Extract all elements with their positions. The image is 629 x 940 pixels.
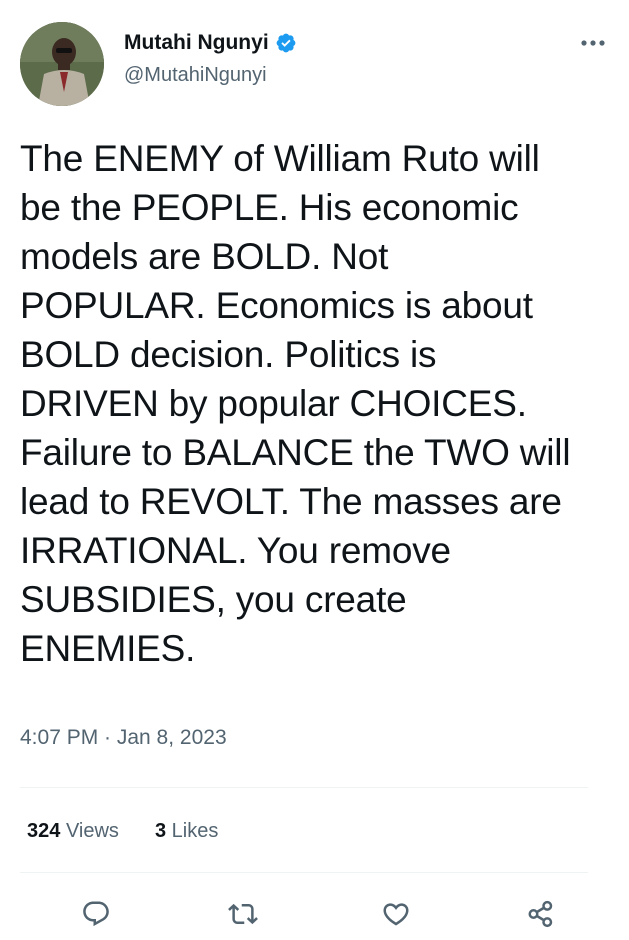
name-row: Mutahi Ngunyi: [124, 30, 297, 56]
avatar[interactable]: [20, 22, 104, 106]
likes-stat[interactable]: 3 Likes: [155, 817, 218, 845]
reply-icon[interactable]: [78, 896, 114, 932]
share-icon[interactable]: [523, 896, 559, 932]
action-bar: [0, 890, 629, 940]
author-display-name[interactable]: Mutahi Ngunyi: [124, 30, 269, 56]
views-label: Views: [65, 820, 119, 842]
likes-count: 3: [154, 820, 167, 842]
heart-icon[interactable]: [378, 896, 414, 932]
views-stat: 324 Views: [27, 817, 119, 845]
verified-badge-icon: [275, 32, 297, 54]
tweet-timestamp[interactable]: 4:07 PM · Jan 8, 2023: [20, 724, 227, 752]
author-info: Mutahi Ngunyi @MutahiNgunyi: [124, 30, 297, 87]
divider: [20, 872, 588, 873]
views-count: 324: [27, 820, 61, 842]
author-handle[interactable]: @MutahiNgunyi: [124, 63, 297, 87]
tweet-header: Mutahi Ngunyi @MutahiNgunyi: [20, 22, 610, 106]
likes-label: Likes: [171, 820, 219, 842]
retweet-icon[interactable]: [225, 896, 261, 932]
tweet-stats: 324 Views 3 Likes: [27, 817, 218, 845]
more-horizontal-icon[interactable]: [576, 28, 610, 58]
tweet-text: The ENEMY of William Ruto will be the PE…: [20, 138, 571, 669]
divider: [20, 787, 588, 788]
